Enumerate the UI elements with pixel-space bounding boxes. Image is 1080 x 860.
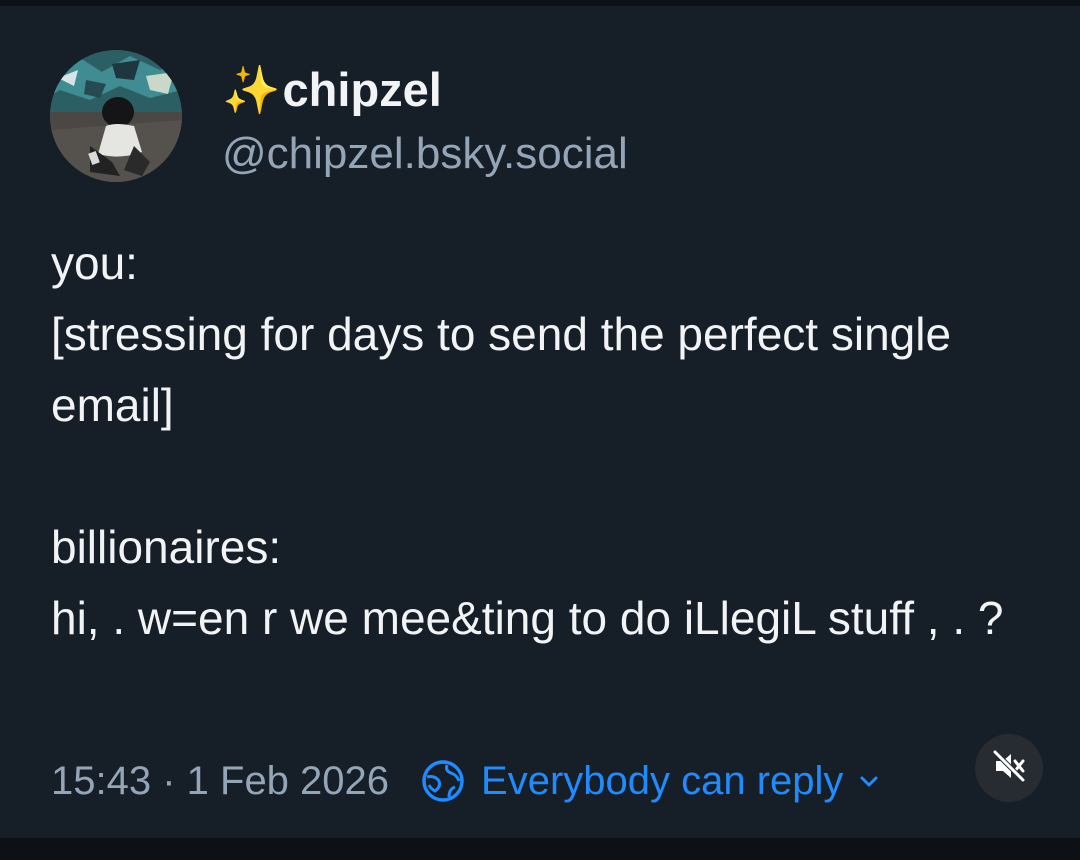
author-handle[interactable]: @chipzel.bsky.social xyxy=(222,124,628,184)
avatar-image xyxy=(50,50,182,182)
globe-icon xyxy=(421,759,465,803)
reply-settings-label: Everybody can reply xyxy=(481,758,844,803)
reply-settings-button[interactable]: Everybody can reply xyxy=(421,759,881,804)
display-name-text: chipzel xyxy=(282,63,442,116)
speaker-muted-icon xyxy=(992,749,1026,788)
chevron-down-icon xyxy=(857,769,881,793)
display-name[interactable]: ✨chipzel xyxy=(222,58,442,122)
post-card: ✨chipzel @chipzel.bsky.social you: [stre… xyxy=(0,6,1080,838)
mute-toggle-button[interactable] xyxy=(975,734,1043,802)
screen-frame: ✨chipzel @chipzel.bsky.social you: [stre… xyxy=(0,0,1080,860)
avatar[interactable] xyxy=(50,50,182,182)
post-footer: 15:43 · 1 Feb 2026 Everybody can reply xyxy=(51,750,881,812)
post-text: you: [stressing for days to send the per… xyxy=(51,237,1004,644)
post-timestamp: 15:43 · 1 Feb 2026 xyxy=(51,758,390,803)
display-name-emoji: ✨ xyxy=(222,63,281,116)
